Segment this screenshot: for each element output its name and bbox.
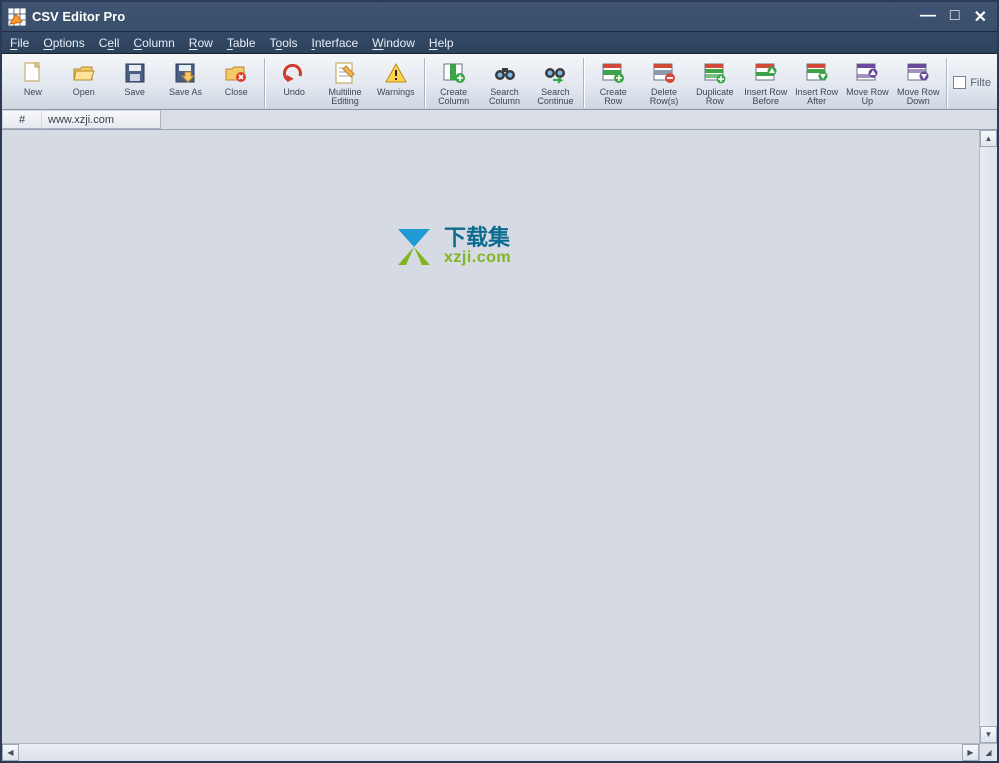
menu-tools[interactable]: Tools — [270, 36, 298, 50]
insert-after-icon — [805, 61, 829, 85]
new-button[interactable]: New — [8, 57, 58, 109]
close-button[interactable]: ✕ — [974, 7, 987, 27]
separator — [424, 58, 426, 108]
menu-row[interactable]: Row — [189, 36, 213, 50]
watermark-line1: 下载集 — [444, 227, 511, 249]
insert-row-before-button[interactable]: Insert Row Before — [741, 57, 791, 109]
watermark: 下载集 xzji.com — [392, 225, 511, 269]
scroll-down-icon[interactable]: ▼ — [980, 726, 997, 743]
delete-row-icon — [652, 61, 676, 85]
move-up-icon — [855, 61, 879, 85]
scroll-up-icon[interactable]: ▲ — [980, 130, 997, 147]
warnings-button[interactable]: Warnings — [371, 57, 421, 109]
menu-window[interactable]: Window — [372, 36, 415, 50]
menu-cell[interactable]: Cell — [99, 36, 120, 50]
move-row-down-button[interactable]: Move Row Down — [893, 57, 943, 109]
column-header-1[interactable]: www.xzji.com — [41, 110, 161, 129]
create-row-icon — [601, 61, 625, 85]
saveas-icon — [173, 61, 197, 85]
multiline-button[interactable]: Multiline Editing — [320, 57, 370, 109]
insert-before-icon — [754, 61, 778, 85]
vertical-scrollbar[interactable]: ▲ ▼ — [979, 130, 997, 743]
undo-button[interactable]: Undo — [269, 57, 319, 109]
undo-icon — [282, 61, 306, 85]
window-title: CSV Editor Pro — [32, 9, 125, 24]
open-button[interactable]: Open — [59, 57, 109, 109]
menu-options[interactable]: Options — [43, 36, 84, 50]
create-row-button[interactable]: Create Row — [588, 57, 638, 109]
watermark-icon — [392, 225, 436, 269]
duplicate-row-icon — [703, 61, 727, 85]
menubar: File Options Cell Column Row Table Tools… — [2, 32, 997, 54]
menu-interface[interactable]: Interface — [312, 36, 359, 50]
scroll-corner: ◢ — [979, 743, 997, 761]
menu-help[interactable]: Help — [429, 36, 454, 50]
close-file-button[interactable]: Close — [211, 57, 261, 109]
save-button[interactable]: Save — [110, 57, 160, 109]
binoculars-icon — [493, 61, 517, 85]
move-row-up-button[interactable]: Move Row Up — [843, 57, 893, 109]
save-icon — [123, 61, 147, 85]
separator — [264, 58, 266, 108]
search-column-button[interactable]: Search Column — [480, 57, 530, 109]
create-column-button[interactable]: Create Column — [429, 57, 479, 109]
filter-checkbox[interactable] — [953, 76, 966, 89]
warning-icon — [384, 61, 408, 85]
duplicate-row-button[interactable]: Duplicate Row — [690, 57, 740, 109]
filter-label: Filte — [970, 77, 991, 89]
menu-table[interactable]: Table — [227, 36, 256, 50]
separator — [583, 58, 585, 108]
watermark-line2: xzji.com — [444, 249, 511, 267]
menu-column[interactable]: Column — [133, 36, 174, 50]
search-continue-button[interactable]: Search Continue — [530, 57, 580, 109]
row-number-header[interactable]: # — [2, 110, 42, 129]
grid-workspace: 下载集 xzji.com ▲ ▼ ◀ ▶ ◢ — [2, 130, 997, 761]
scroll-track[interactable] — [980, 147, 997, 726]
scroll-track[interactable] — [19, 744, 962, 761]
delete-row-button[interactable]: Delete Row(s) — [639, 57, 689, 109]
scroll-right-icon[interactable]: ▶ — [962, 744, 979, 761]
move-down-icon — [906, 61, 930, 85]
separator — [946, 58, 948, 108]
horizontal-scrollbar[interactable]: ◀ ▶ — [2, 743, 979, 761]
maximize-button[interactable]: □ — [950, 7, 960, 27]
binoculars-continue-icon — [543, 61, 567, 85]
multiline-icon — [333, 61, 357, 85]
insert-row-after-button[interactable]: Insert Row After — [792, 57, 842, 109]
saveas-button[interactable]: Save As — [161, 57, 211, 109]
titlebar: CSV Editor Pro — □ ✕ — [2, 2, 997, 32]
menu-file[interactable]: File — [10, 36, 29, 50]
grid-header: # www.xzji.com — [2, 110, 997, 130]
create-column-icon — [442, 61, 466, 85]
minimize-button[interactable]: — — [920, 7, 936, 27]
app-icon — [8, 8, 26, 26]
close-folder-icon — [224, 61, 248, 85]
toolbar: New Open Save Save As Close Undo Multili… — [2, 54, 997, 110]
scroll-left-icon[interactable]: ◀ — [2, 744, 19, 761]
open-folder-icon — [72, 61, 96, 85]
new-file-icon — [21, 61, 45, 85]
